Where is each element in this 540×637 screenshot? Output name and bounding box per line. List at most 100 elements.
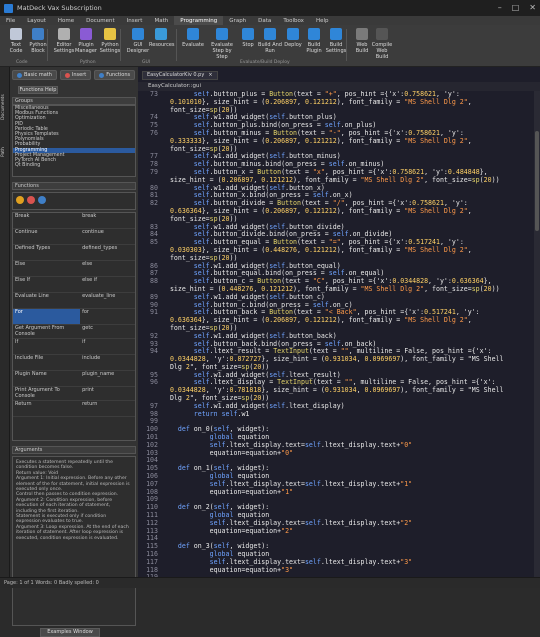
function-name: For (13, 309, 81, 324)
function-name: Defined Types (15, 245, 51, 251)
build-plugin-button[interactable]: Build Plugin (302, 27, 326, 54)
ribbon-toolbar: Text Code Python Block Editor Settings Plug… (0, 25, 540, 67)
gui-designer-button[interactable]: GUI Designer (126, 27, 150, 54)
function-keyword: break (82, 213, 97, 219)
menu-tab-layout[interactable]: Layout (21, 16, 52, 25)
scrollbar-thumb[interactable] (535, 131, 539, 231)
mode-label: Insert (71, 72, 87, 78)
mode-basic-math-button[interactable]: Basic math (12, 70, 57, 80)
function-keyword: else if (82, 277, 97, 283)
function-row[interactable]: Break break (13, 213, 135, 229)
line-number (138, 247, 162, 255)
side-tab-documents[interactable]: Documents (1, 87, 9, 127)
info-icon[interactable] (38, 196, 46, 204)
menu-tab-math[interactable]: Math (148, 16, 174, 25)
code-line[interactable]: 113 equation=equation+"2" (138, 527, 534, 536)
compile-button[interactable]: Compile Web Build (370, 27, 394, 60)
close-tab-icon[interactable]: × (208, 72, 212, 79)
build-settings-button[interactable]: Build Settings (324, 27, 348, 54)
close-icon[interactable]: ✕ (529, 3, 536, 12)
ribbon-button-label: Evaluate (182, 42, 204, 48)
ribbon-button-label: Python Settings (99, 42, 121, 54)
settings-icon (58, 28, 70, 40)
text-code-button[interactable]: Text Code (4, 27, 28, 54)
plugin-icon (80, 28, 92, 40)
ribbon-separator (346, 29, 347, 61)
title-bar: MatDeck Vax Subscription – □ ✕ (0, 0, 540, 16)
ribbon-separator (120, 29, 121, 61)
ribbon-button-label: Evaluate Step by Step (211, 42, 233, 60)
editor-scrollbar[interactable] (534, 91, 540, 577)
menu-tab-file[interactable]: File (0, 16, 21, 25)
function-row[interactable]: Evaluate Line evaluate_line (13, 293, 135, 309)
function-row[interactable]: For for (13, 309, 135, 325)
build-run-button[interactable]: Build And Run (258, 27, 282, 54)
plugin-button[interactable]: Plugin Manager (74, 27, 98, 54)
ribbon-button-label: Text Code (9, 42, 23, 54)
function-row[interactable]: Print Argument To Console print (13, 387, 135, 401)
python-settings-icon (104, 28, 116, 40)
ribbon-button-label: Editor Settings (53, 42, 75, 54)
code-line[interactable]: 118 equation=equation+"3" (138, 566, 534, 575)
code-line[interactable]: 103 equation=equation+"0" (138, 449, 534, 458)
function-row[interactable]: Defined Types defined_types (13, 245, 135, 261)
menu-tab-document[interactable]: Document (80, 16, 121, 25)
code-line[interactable]: 108 equation=equation+"1" (138, 488, 534, 497)
line-number: 82 (150, 199, 158, 208)
menu-tab-data[interactable]: Data (252, 16, 277, 25)
mode-dot-icon (64, 72, 70, 78)
python-settings-button[interactable]: Python Settings (98, 27, 122, 54)
document-tab-label: EasyCalculatorKiv 0.py (147, 72, 205, 78)
ribbon-separator (47, 29, 48, 61)
function-keyword: for (82, 309, 89, 315)
favorite-star-icon[interactable] (16, 196, 24, 204)
function-keyword: print (82, 387, 94, 393)
function-row[interactable]: Plugin Name plugin_name (13, 371, 135, 387)
menu-tab-insert[interactable]: Insert (121, 16, 149, 25)
function-row[interactable]: Continue continue (13, 229, 135, 245)
ribbon-group-label: GUI (142, 60, 151, 65)
function-keyword: else (82, 261, 93, 267)
side-tab-path[interactable]: Path (1, 142, 9, 162)
ribbon-button-label: Build And Run (258, 42, 282, 54)
window-controls: – □ ✕ (498, 3, 536, 12)
stop-button[interactable]: Stop (236, 27, 260, 48)
menu-tab-help[interactable]: Help (310, 16, 335, 25)
function-keyword: include (82, 355, 101, 361)
menu-tab-graph[interactable]: Graph (223, 16, 252, 25)
mode-insert-button[interactable]: Insert (59, 70, 92, 80)
code-view[interactable]: 73 self.button_plus = Button(text = "+",… (138, 91, 534, 577)
build-plugin-icon (308, 28, 320, 40)
function-name: If (15, 339, 19, 345)
menu-tab-toolbox[interactable]: Toolbox (277, 16, 310, 25)
settings-button[interactable]: Editor Settings (52, 27, 76, 54)
document-tab[interactable]: EasyCalculatorKiv 0.py × (142, 71, 218, 80)
compile-icon (376, 28, 388, 40)
code-path-bar: EasyCalculator::gui (138, 82, 540, 91)
line-number (138, 387, 162, 395)
code-line[interactable]: 98 return self.w1 (138, 410, 534, 419)
function-row[interactable]: Include File include (13, 355, 135, 371)
function-row[interactable]: Return return (13, 401, 135, 417)
function-keyword: plugin_name (82, 371, 115, 377)
function-keyword: getc (82, 325, 94, 331)
menu-tab-home[interactable]: Home (52, 16, 80, 25)
recent-icon[interactable] (27, 196, 35, 204)
function-row[interactable]: Else else (13, 261, 135, 277)
step-button[interactable]: Evaluate Step by Step (210, 27, 234, 60)
function-name: Print Argument To Console (15, 387, 60, 399)
ribbon-button-label: Compile Web Build (371, 42, 393, 60)
function-row[interactable]: Get Argument From Console getc (13, 325, 135, 339)
functions-help-button[interactable]: Functions Help (18, 86, 58, 94)
function-row[interactable]: Else If else if (13, 277, 135, 293)
resources-button[interactable]: Resources (149, 27, 175, 48)
examples-window-button[interactable]: Examples Window (40, 628, 100, 637)
group-item[interactable]: Qt Binding (13, 163, 135, 168)
groups-header: Groups (12, 97, 136, 105)
function-row[interactable]: If if (13, 339, 135, 355)
evaluate-button[interactable]: Evaluate (181, 27, 205, 48)
mode-functions-button[interactable]: Functions (94, 70, 136, 80)
maximize-icon[interactable]: □ (512, 3, 520, 12)
menu-tab-programming[interactable]: Programming (174, 16, 224, 25)
minimize-icon[interactable]: – (498, 3, 502, 12)
